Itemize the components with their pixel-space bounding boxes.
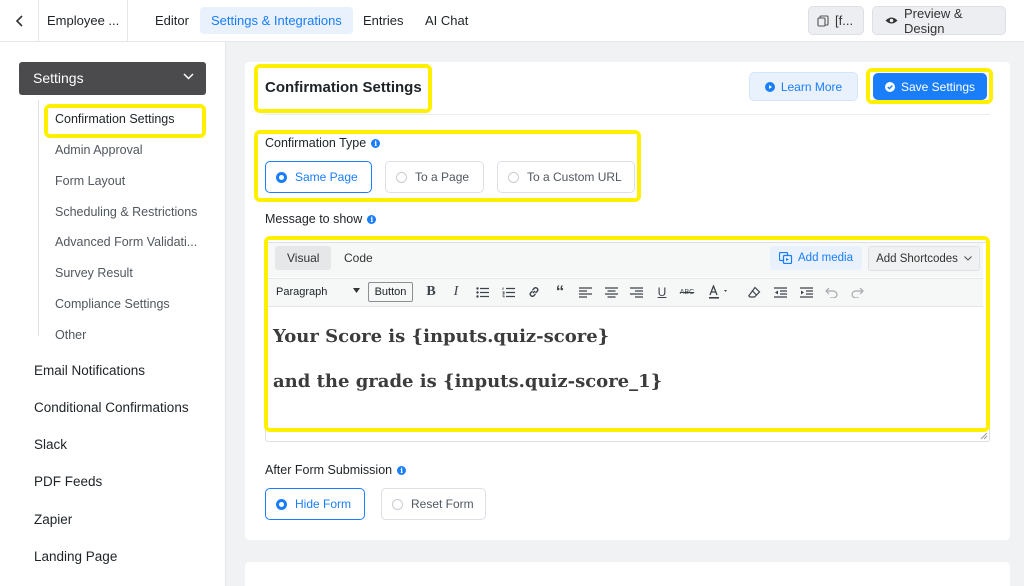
- link-icon[interactable]: [525, 284, 543, 300]
- shortcode-text: [f...: [835, 13, 854, 28]
- message-label: Message to show i: [265, 212, 377, 226]
- sidebar-settings-title: Settings: [33, 70, 84, 86]
- divider: [127, 0, 128, 42]
- blockquote-icon[interactable]: “: [551, 282, 569, 301]
- sidebar-item-zapier[interactable]: Zapier: [34, 512, 72, 527]
- chevron-down-icon: [964, 256, 972, 261]
- page-title: Confirmation Settings: [265, 79, 422, 96]
- tab-settings-integrations[interactable]: Settings & Integrations: [200, 7, 353, 34]
- caret-down-icon: [353, 288, 360, 293]
- radio-same-page-label: Same Page: [295, 170, 358, 184]
- check-circle-icon: [884, 81, 895, 92]
- add-shortcodes-dropdown[interactable]: Add Shortcodes: [868, 246, 980, 271]
- divider: [265, 114, 990, 115]
- undo-icon[interactable]: [822, 284, 840, 300]
- radio-dot-icon: [276, 171, 287, 183]
- back-arrow-icon[interactable]: [10, 11, 30, 31]
- format-select-value: Paragraph: [276, 286, 328, 298]
- info-icon[interactable]: i: [367, 214, 377, 224]
- align-left-icon[interactable]: [576, 284, 594, 300]
- save-settings-label: Save Settings: [900, 79, 976, 94]
- align-right-icon[interactable]: [627, 284, 645, 300]
- sidebar-settings-toggle[interactable]: Settings: [19, 62, 206, 95]
- radio-custom-url[interactable]: To a Custom URL: [497, 161, 635, 193]
- outdent-icon[interactable]: [771, 284, 789, 300]
- chevron-down-icon: [183, 73, 194, 80]
- numbered-list-icon[interactable]: [499, 284, 517, 300]
- after-submission-label: After Form Submission i: [265, 463, 407, 477]
- add-media-button[interactable]: Add media: [770, 246, 862, 270]
- learn-more-button[interactable]: Learn More: [749, 72, 858, 101]
- radio-to-a-page-label: To a Page: [415, 170, 470, 184]
- tab-editor[interactable]: Editor: [155, 7, 189, 34]
- insert-button-button[interactable]: Button: [368, 282, 413, 302]
- next-settings-card: [245, 562, 1010, 586]
- radio-hide-form[interactable]: Hide Form: [265, 488, 365, 520]
- radio-dot-icon: [392, 498, 403, 510]
- bold-icon[interactable]: B: [422, 284, 440, 300]
- submenu-tree-line: [38, 100, 39, 336]
- save-settings-button[interactable]: Save Settings: [873, 73, 987, 100]
- sidebar-item-compliance[interactable]: Compliance Settings: [55, 297, 170, 311]
- bullet-list-icon[interactable]: [473, 284, 491, 300]
- sidebar-item-confirmation-settings[interactable]: Confirmation Settings: [55, 112, 175, 126]
- learn-more-label: Learn More: [780, 79, 843, 94]
- text-color-icon[interactable]: [705, 284, 735, 300]
- sidebar-item-survey-result[interactable]: Survey Result: [55, 266, 133, 280]
- confirmation-type-label: Confirmation Type i: [265, 136, 381, 150]
- sidebar-item-scheduling[interactable]: Scheduling & Restrictions: [55, 205, 197, 219]
- editor-content-line[interactable]: and the grade is {inputs.quiz-score_1}: [273, 371, 662, 392]
- sidebar-item-email-notifications[interactable]: Email Notifications: [34, 363, 145, 378]
- sidebar-item-advanced-validation[interactable]: Advanced Form Validati...: [55, 235, 197, 249]
- strikethrough-icon[interactable]: ABC: [678, 284, 696, 300]
- info-icon[interactable]: i: [371, 138, 381, 148]
- sidebar-item-admin-approval[interactable]: Admin Approval: [55, 143, 143, 157]
- radio-reset-form[interactable]: Reset Form: [381, 488, 486, 520]
- editor-content-line[interactable]: Your Score is {inputs.quiz-score}: [273, 326, 609, 347]
- align-center-icon[interactable]: [602, 284, 620, 300]
- radio-dot-icon: [276, 498, 287, 510]
- confirmation-type-text: Confirmation Type: [265, 136, 367, 150]
- shortcode-copy-button[interactable]: [f...: [808, 6, 864, 35]
- tab-entries[interactable]: Entries: [363, 7, 403, 34]
- message-label-text: Message to show: [265, 212, 363, 226]
- sidebar-item-slack[interactable]: Slack: [34, 437, 67, 452]
- add-shortcodes-label: Add Shortcodes: [876, 252, 958, 265]
- radio-custom-url-label: To a Custom URL: [527, 170, 622, 184]
- radio-same-page[interactable]: Same Page: [265, 161, 372, 193]
- add-media-label: Add media: [798, 252, 853, 264]
- after-submission-text: After Form Submission: [265, 463, 393, 477]
- sidebar-item-pdf-feeds[interactable]: PDF Feeds: [34, 474, 102, 489]
- indent-icon[interactable]: [797, 284, 815, 300]
- tab-ai-chat[interactable]: AI Chat: [425, 7, 468, 34]
- radio-dot-icon: [396, 171, 407, 183]
- italic-icon[interactable]: I: [447, 284, 465, 300]
- preview-design-button[interactable]: Preview & Design: [872, 5, 1006, 36]
- preview-design-label: Preview & Design: [904, 5, 963, 36]
- form-name[interactable]: Employee ...: [47, 13, 119, 28]
- info-icon[interactable]: i: [397, 465, 407, 475]
- format-select[interactable]: Paragraph: [272, 282, 362, 302]
- media-icon: [779, 252, 793, 264]
- radio-dot-icon: [508, 171, 519, 183]
- sidebar-item-other[interactable]: Other: [55, 328, 86, 342]
- eye-icon: [885, 16, 898, 25]
- sidebar-item-landing-page[interactable]: Landing Page: [34, 549, 117, 564]
- sidebar-item-form-layout[interactable]: Form Layout: [55, 174, 125, 188]
- radio-to-a-page[interactable]: To a Page: [385, 161, 484, 193]
- play-circle-icon: [764, 81, 775, 92]
- resize-handle-icon[interactable]: [980, 432, 988, 440]
- radio-hide-form-label: Hide Form: [295, 497, 352, 511]
- editor-tab-visual[interactable]: Visual: [275, 246, 332, 270]
- underline-icon[interactable]: U: [653, 284, 671, 300]
- redo-icon[interactable]: [848, 284, 866, 300]
- sidebar-item-conditional-confirmations[interactable]: Conditional Confirmations: [34, 400, 189, 415]
- top-bar: Employee ... Editor Settings & Integrati…: [0, 0, 1024, 42]
- radio-reset-form-label: Reset Form: [411, 497, 474, 511]
- editor-tab-code[interactable]: Code: [332, 246, 385, 270]
- clear-formatting-icon[interactable]: [745, 284, 763, 300]
- divider: [38, 0, 39, 42]
- copy-icon: [817, 14, 829, 27]
